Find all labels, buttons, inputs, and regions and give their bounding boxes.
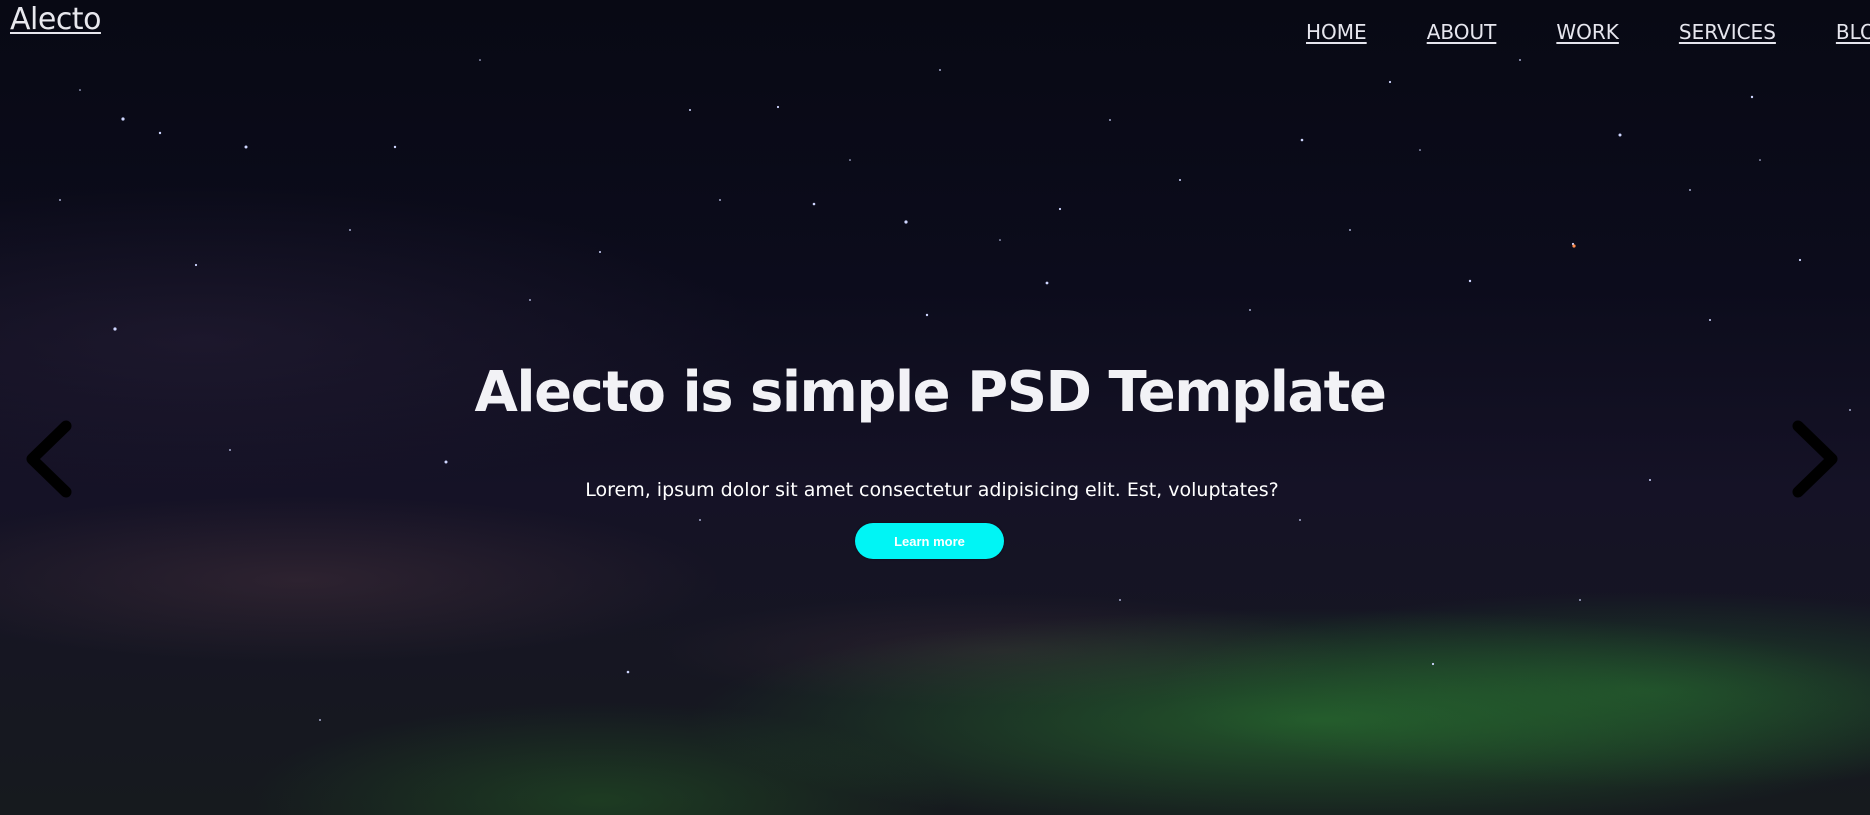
chevron-right-icon bbox=[1792, 420, 1838, 498]
carousel-prev-button[interactable] bbox=[22, 418, 82, 500]
hero-title: Alecto is simple PSD Template bbox=[474, 360, 1387, 425]
nav-about[interactable]: ABOUT bbox=[1427, 20, 1497, 44]
hero-subtitle: Lorem, ipsum dolor sit amet consectetur … bbox=[585, 479, 1279, 501]
carousel-next-button[interactable] bbox=[1786, 418, 1846, 500]
chevron-left-icon bbox=[26, 420, 72, 498]
hero-section: Alecto HOME ABOUT WORK SERVICES BLO Alec… bbox=[0, 0, 1870, 815]
nav-blog[interactable]: BLO bbox=[1836, 20, 1870, 44]
learn-more-button[interactable]: Learn more bbox=[855, 523, 1004, 559]
main-nav: HOME ABOUT WORK SERVICES BLO bbox=[1306, 20, 1870, 44]
brand-logo[interactable]: Alecto bbox=[10, 2, 101, 37]
nav-work[interactable]: WORK bbox=[1556, 20, 1619, 44]
nav-home[interactable]: HOME bbox=[1306, 20, 1367, 44]
nav-services[interactable]: SERVICES bbox=[1679, 20, 1776, 44]
